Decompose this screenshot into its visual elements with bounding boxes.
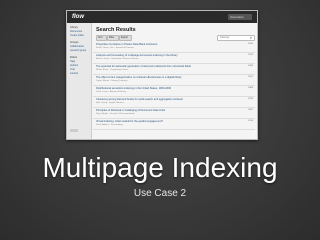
result-title[interactable]: The effect of text categorization on ret… [96,76,182,79]
sidebar-item-authors[interactable]: Authors [70,64,78,67]
result-row[interactable]: Virtual indexing: what models for the gu… [93,119,255,130]
sidebar: Library Documents Create folder Groups C… [67,23,92,139]
search-input[interactable]: indexing ⚲ [217,35,255,41]
sidebar-item-create-folder[interactable]: Create folder [70,34,84,37]
result-year: 2009 [248,65,253,67]
slide-title: Multipage Indexing [42,152,278,183]
result-row[interactable]: Distributional semantics indexing in the… [93,86,255,97]
result-meta: Hall, Young - Digital Libraries [96,102,125,104]
result-title[interactable]: Virtual indexing: what models for the gu… [96,120,163,123]
sidebar-item-research-group[interactable]: research group [70,49,86,52]
result-row[interactable]: Properties of proteins in Protein Data B… [93,42,255,53]
slide-subtitle: Use Case 2 [133,188,187,199]
filter-button[interactable]: Filter [107,35,119,41]
result-meta: King, Wright - Journal of Documentation [96,113,135,115]
sort-button[interactable]: Sort [96,35,107,41]
search-value: indexing [220,36,229,39]
sidebar-item-journal[interactable]: Journal [70,72,78,75]
export-button[interactable]: Export [119,35,132,41]
result-year: 2007 [248,109,253,111]
result-meta: Taylor, Moore - Library Quarterly [96,80,128,82]
result-row[interactable]: The effect of text categorization on ret… [93,75,255,86]
sidebar-item-tags[interactable]: Tags [70,60,75,63]
result-row[interactable]: Principles of Retrieval in Cataloging of… [93,108,255,119]
result-meta: Scott, Adams - Proceedings [96,124,123,126]
sidebar-item-collaborative[interactable]: Collaborative [70,45,84,48]
embedded-screenshot: flow Username Library Documents Create f… [66,10,258,140]
result-title[interactable]: Principles of Retrieval in Cataloging of… [96,109,165,112]
result-title[interactable]: Clustering among Harvard books for quick… [96,98,183,101]
result-year: 2012 [248,76,253,78]
result-year: 2014 [248,120,253,122]
sidebar-title-groups: Groups [70,41,79,44]
app-top-bar: flow Username [67,11,257,23]
result-meta: Smith, Jones, Lee - Journal of Proteins [96,47,134,49]
sidebar-item-year[interactable]: Year [70,68,75,71]
main-content: Search Results Sort Filter Export indexi… [93,23,257,139]
result-meta: Clark, Lewis - Annals of History [96,91,127,93]
sidebar-title-library: Library [70,26,78,29]
app-logo: flow [72,14,84,20]
result-title[interactable]: Analysis and forecasting of multipage do… [96,54,178,57]
sidebar-footer [70,129,78,132]
page-title: Search Results [96,27,136,33]
result-year: 2011 [248,54,253,56]
result-row[interactable]: Analysis and forecasting of multipage do… [93,53,255,64]
sidebar-title-filters: Filters [70,56,78,59]
result-title[interactable]: The potential for automatic generation o… [96,65,191,68]
result-row[interactable]: The potential for automatic generation o… [93,64,255,75]
result-title[interactable]: Properties of proteins in Protein Data B… [96,43,157,46]
result-year: 2008 [248,87,253,89]
result-title[interactable]: Distributional semantics indexing in the… [96,87,171,90]
result-year: 2010 [248,43,253,45]
sidebar-item-documents[interactable]: Documents [70,30,82,33]
result-year: 2013 [248,98,253,100]
user-label: Username [230,15,244,19]
result-meta: White, Black - Computing Letters [96,69,128,71]
result-meta: Brown, Green - Information Science Revie… [96,58,139,60]
result-row[interactable]: Clustering among Harvard books for quick… [93,97,255,108]
user-menu[interactable]: Username [228,14,252,20]
search-icon[interactable]: ⚲ [250,36,252,40]
